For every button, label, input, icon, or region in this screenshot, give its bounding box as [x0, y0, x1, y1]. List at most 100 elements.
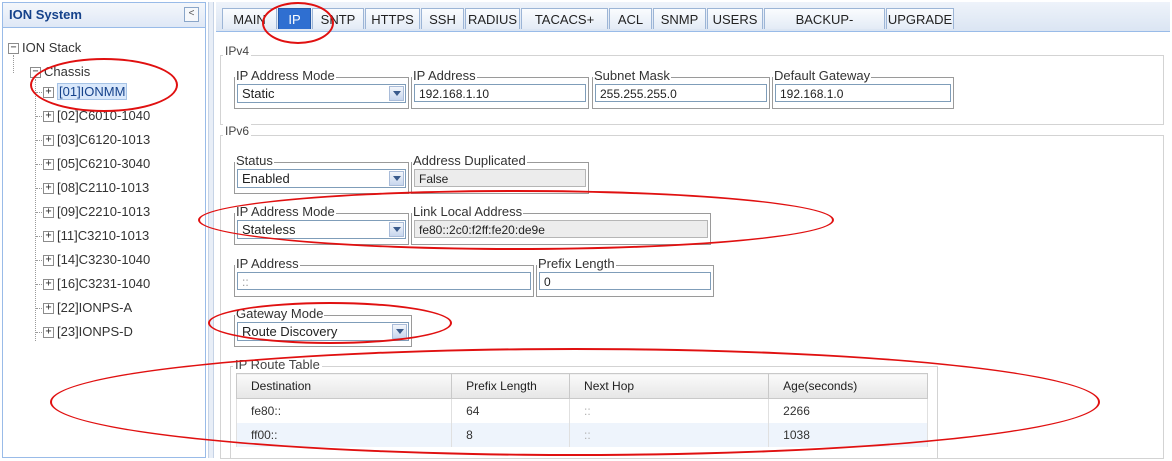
tab-sntp[interactable]: SNTP — [312, 8, 364, 29]
gateway-mode-select[interactable]: Route Discovery — [237, 322, 409, 341]
tree-node-module[interactable]: + [08]C2110-1013 — [43, 179, 149, 197]
address-duplicated-field: Address Duplicated False — [411, 154, 589, 194]
table-cell: ff00:: — [235, 423, 453, 447]
collapse-node-icon[interactable]: − — [8, 43, 19, 55]
ipv6-address-input[interactable]: :: — [237, 272, 531, 290]
column-header[interactable]: Next Hop — [569, 373, 770, 399]
default-gateway-field: Default Gateway 192.168.1.0 — [772, 69, 954, 109]
tree-node-module[interactable]: + [11]C3210-1013 — [43, 227, 149, 245]
tab-ip[interactable]: IP — [278, 8, 311, 29]
expand-node-icon[interactable]: + — [43, 255, 54, 267]
ipv6-address-field: IP Address :: — [234, 257, 534, 297]
expand-node-icon[interactable]: + — [43, 279, 54, 291]
expand-node-icon[interactable]: + — [43, 183, 54, 195]
prefix-length-input[interactable]: 0 — [539, 272, 711, 290]
expand-node-icon[interactable]: + — [43, 159, 54, 171]
tree-node-module[interactable]: + [22]IONPS-A — [43, 299, 132, 317]
ipv4-address-input[interactable]: 192.168.1.10 — [414, 84, 586, 102]
tab-ssh[interactable]: SSH — [421, 8, 464, 29]
tab-backup-restore[interactable]: BACKUP-RESTORE — [764, 8, 885, 48]
table-row[interactable]: fe80:: 64:: 2266 — [235, 398, 928, 423]
ipv4-mode-select[interactable]: Static — [237, 84, 406, 103]
field-label: Default Gateway — [773, 68, 872, 83]
ipv6-status-select[interactable]: Enabled — [237, 169, 406, 188]
tree-node-module[interactable]: + [02]C6010-1040 — [43, 107, 150, 125]
tree-node-module[interactable]: + [09]C2210-1013 — [43, 203, 150, 221]
section-title: IPv4 — [223, 44, 252, 58]
tree-node-ion-stack[interactable]: − ION Stack — [8, 39, 81, 57]
select-value: Route Discovery — [242, 324, 338, 339]
tree-node-label: [09]C2210-1013 — [57, 204, 151, 219]
column-header[interactable]: Age(seconds) — [768, 373, 928, 399]
ipv4-mode-field: IP Address Mode Static — [234, 69, 409, 109]
chevron-down-icon[interactable] — [389, 171, 404, 186]
field-label: IP Address Mode — [235, 204, 336, 219]
tree-node-module[interactable]: + [14]C3230-1040 — [43, 251, 150, 269]
expand-node-icon[interactable]: + — [43, 135, 54, 147]
expand-node-icon[interactable]: + — [43, 111, 54, 123]
main-panel: MAIN IP SNTP HTTPS SSH RADIUS TACACS+ ACL SNMP US… — [216, 2, 1170, 459]
tab-main[interactable]: MAIN — [222, 8, 277, 29]
expand-node-icon[interactable]: + — [43, 207, 54, 219]
table-cell: 8 — [451, 423, 571, 447]
tree-node-chassis[interactable]: − Chassis — [30, 63, 90, 81]
tree-node-label: [03]C6120-1013 — [57, 132, 151, 147]
ipv4-address-field: IP Address 192.168.1.10 — [411, 69, 589, 109]
chevron-down-icon[interactable] — [389, 86, 404, 101]
tree-node-module[interactable]: + [23]IONPS-D — [43, 323, 133, 341]
ip-config-form: IPv4 IP Address Mode Static IP Address 1… — [216, 32, 1170, 459]
tree-node-label: [23]IONPS-D — [57, 324, 133, 339]
table-cell: fe80:: — [235, 398, 453, 423]
tree-node-module[interactable]: + [05]C6210-3040 — [43, 155, 150, 173]
collapse-panel-icon[interactable]: < — [184, 7, 199, 22]
table-cell: :: — [569, 423, 770, 447]
chevron-down-icon[interactable] — [392, 324, 407, 339]
tree-node-label: Chassis — [44, 64, 91, 79]
field-label: Gateway Mode — [235, 306, 325, 321]
subnet-mask-field: Subnet Mask 255.255.255.0 — [592, 69, 770, 109]
tree-node-label: [11]C3210-1013 — [57, 228, 150, 243]
tab-tacacs[interactable]: TACACS+ — [521, 8, 608, 29]
tree-node-module[interactable]: + [16]C3231-1040 — [43, 275, 150, 293]
field-label: Status — [235, 153, 274, 168]
chevron-down-icon[interactable] — [389, 222, 404, 237]
tree-node-label: [16]C3231-1040 — [57, 276, 151, 291]
prefix-length-field: Prefix Length 0 — [536, 257, 714, 297]
tab-upgrade[interactable]: UPGRADE — [886, 8, 954, 29]
panel-splitter[interactable] — [208, 2, 214, 458]
collapse-node-icon[interactable]: − — [30, 67, 41, 79]
expand-node-icon[interactable]: + — [43, 87, 54, 99]
select-value: Enabled — [242, 171, 290, 186]
table-cell: 2266 — [768, 398, 928, 423]
expand-node-icon[interactable]: + — [43, 231, 54, 243]
tab-acl[interactable]: ACL — [609, 8, 652, 29]
tab-snmp[interactable]: SNMP — [653, 8, 706, 29]
tree-node-module[interactable]: + [03]C6120-1013 — [43, 131, 150, 149]
column-header[interactable]: Prefix Length — [451, 373, 571, 399]
section-title: IP Route Table — [233, 357, 322, 372]
ipv6-mode-select[interactable]: Stateless — [237, 220, 406, 239]
field-label: IP Address — [235, 256, 300, 271]
select-value: Static — [242, 86, 275, 101]
tab-https[interactable]: HTTPS — [365, 8, 420, 29]
address-duplicated-value: False — [414, 169, 586, 187]
column-header[interactable]: Destination — [235, 373, 453, 399]
tree-node-module[interactable]: + [01]IONMM — [43, 83, 128, 101]
default-gateway-input[interactable]: 192.168.1.0 — [775, 84, 951, 102]
tree-panel-title: ION System — [9, 7, 82, 22]
tab-radius[interactable]: RADIUS — [465, 8, 520, 29]
tree-node-label: [05]C6210-3040 — [57, 156, 151, 171]
table-cell: 1038 — [768, 423, 928, 447]
tab-users[interactable]: USERS — [707, 8, 763, 29]
field-label: Subnet Mask — [593, 68, 671, 83]
select-value: Stateless — [242, 222, 296, 237]
expand-node-icon[interactable]: + — [43, 303, 54, 315]
field-label: Address Duplicated — [412, 153, 527, 168]
subnet-mask-input[interactable]: 255.255.255.0 — [595, 84, 767, 102]
tree-panel: ION System < − ION Stack − Chassis + [01]IO… — [2, 2, 206, 458]
expand-node-icon[interactable]: + — [43, 327, 54, 339]
tree-node-label: [08]C2110-1013 — [57, 180, 150, 195]
tree-node-label: ION Stack — [22, 40, 82, 55]
section-title: IPv6 — [223, 124, 252, 138]
table-row[interactable]: ff00:: 8:: 1038 — [235, 423, 928, 447]
